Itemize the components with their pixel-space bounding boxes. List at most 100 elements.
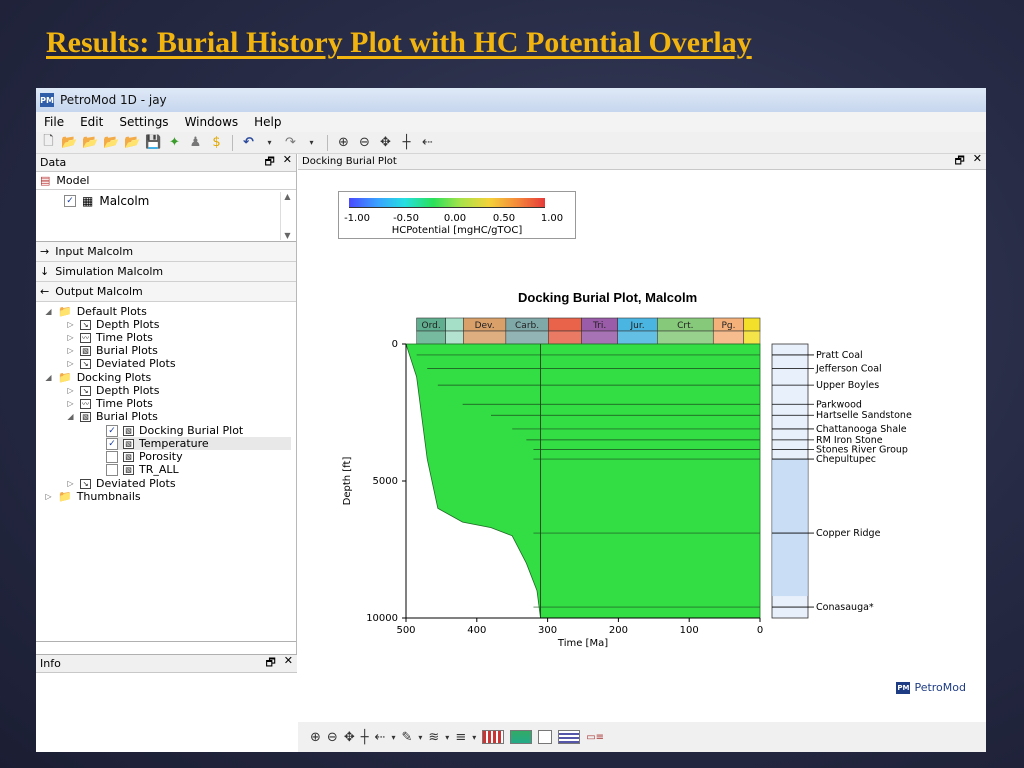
calibration-icon[interactable]: $ bbox=[208, 134, 225, 151]
simulation-row[interactable]: ↓ Simulation Malcolm bbox=[36, 262, 296, 282]
lithology-selector[interactable] bbox=[538, 730, 553, 744]
crosshair-icon[interactable]: ┼ bbox=[361, 730, 369, 745]
expanded-icon[interactable]: ◢ bbox=[44, 373, 53, 382]
save-icon[interactable]: 💾 bbox=[145, 134, 162, 151]
collapsed-icon[interactable]: ▷ bbox=[44, 492, 53, 501]
redo-icon[interactable]: ↷ bbox=[282, 134, 299, 151]
legend-axis bbox=[349, 207, 545, 212]
undo-icon[interactable]: ↶ bbox=[240, 134, 257, 151]
collapsed-icon[interactable]: ▷ bbox=[66, 479, 75, 488]
petromod-logo: PM PetroMod bbox=[896, 681, 966, 694]
chevron-down-icon[interactable]: ▾ bbox=[391, 733, 395, 742]
redo-dropdown-icon[interactable]: ▾ bbox=[303, 134, 320, 151]
input-row[interactable]: → Input Malcolm bbox=[36, 242, 296, 262]
tree-porosity[interactable]: ▧ Porosity bbox=[106, 450, 183, 463]
tree-depth-plots[interactable]: ▷ ↘ Depth Plots bbox=[66, 318, 159, 331]
pattern-selector[interactable] bbox=[482, 730, 505, 744]
open-1d-icon[interactable]: 📂 bbox=[61, 134, 78, 151]
checkbox-unchecked[interactable] bbox=[106, 463, 118, 476]
open-folder-icon[interactable]: 📂 bbox=[82, 134, 99, 151]
deviated-plot-icon: ↘ bbox=[80, 358, 91, 369]
layers-icon[interactable]: ≋ bbox=[428, 730, 439, 745]
collapsed-icon[interactable]: ▷ bbox=[66, 333, 75, 342]
scroll-up-icon[interactable]: ▲ bbox=[284, 192, 290, 201]
model-row[interactable]: ▤ Model bbox=[36, 172, 296, 190]
legend-tick: 1.00 bbox=[540, 213, 564, 224]
collapsed-icon[interactable]: ▷ bbox=[66, 386, 75, 395]
pan-icon[interactable]: ✥ bbox=[377, 134, 394, 151]
collapsed-icon[interactable]: ▷ bbox=[66, 320, 75, 329]
tree-docking-deviated-plots[interactable]: ▷ ↘ Deviated Plots bbox=[66, 477, 175, 490]
close-icon[interactable]: ✕ bbox=[973, 152, 982, 171]
tree-docking-depth-plots[interactable]: ▷ ↘ Depth Plots bbox=[66, 384, 159, 397]
tree-temperature[interactable]: ✓ ▧ Temperature bbox=[106, 437, 291, 450]
tree-deviated-plots[interactable]: ▷ ↘ Deviated Plots bbox=[66, 357, 175, 370]
menu-settings[interactable]: Settings bbox=[111, 115, 176, 129]
output-row[interactable]: ← Output Malcolm bbox=[36, 282, 296, 302]
fill-selector[interactable] bbox=[558, 730, 581, 744]
crosshair-icon[interactable]: ┼ bbox=[398, 134, 415, 151]
checkbox-checked[interactable]: ✓ bbox=[106, 424, 118, 437]
tree-label: Depth Plots bbox=[96, 384, 160, 397]
tree-docking-time-plots[interactable]: ▷ 〰 Time Plots bbox=[66, 397, 152, 410]
zoom-out-icon[interactable]: ⊖ bbox=[327, 730, 338, 745]
menu-help[interactable]: Help bbox=[246, 115, 289, 129]
period-label: Carb. bbox=[515, 321, 539, 331]
chevron-down-icon[interactable]: ▾ bbox=[418, 733, 422, 742]
tree-tr-all[interactable]: ▧ TR_ALL bbox=[106, 463, 179, 476]
run-icon[interactable]: ♟ bbox=[187, 134, 204, 151]
float-icon[interactable]: 🗗 bbox=[954, 152, 964, 171]
model-checkbox[interactable]: ✓ bbox=[64, 195, 76, 207]
tree-thumbnails[interactable]: ▷ 📁 Thumbnails bbox=[44, 490, 140, 503]
menu-windows[interactable]: Windows bbox=[177, 115, 247, 129]
checkbox-checked[interactable]: ✓ bbox=[106, 437, 118, 450]
tree-docking-burial-plots[interactable]: ◢ ▧ Burial Plots bbox=[66, 410, 157, 423]
zoom-out-icon[interactable]: ⊖ bbox=[356, 134, 373, 151]
expanded-icon[interactable]: ◢ bbox=[44, 307, 53, 316]
close-icon[interactable]: ✕ bbox=[283, 153, 292, 172]
collapsed-icon[interactable]: ▷ bbox=[66, 346, 75, 355]
zoom-in-icon[interactable]: ⊕ bbox=[335, 134, 352, 151]
measure-icon[interactable]: ✎ bbox=[401, 730, 412, 745]
chevron-down-icon[interactable]: ▾ bbox=[472, 733, 476, 742]
reset-view-icon[interactable]: ⇠ bbox=[419, 134, 436, 151]
legend-icon[interactable]: ▭≡ bbox=[586, 732, 604, 743]
tree-docking-burial-plot[interactable]: ✓ ▧ Docking Burial Plot bbox=[106, 424, 243, 437]
x-tick-label: 0 bbox=[757, 625, 763, 636]
lines-icon[interactable]: ≡ bbox=[455, 730, 466, 745]
tree-label: Burial Plots bbox=[96, 344, 158, 357]
scroll-down-icon[interactable]: ▼ bbox=[284, 231, 290, 240]
checkbox-unchecked[interactable] bbox=[106, 450, 118, 463]
zoom-in-icon[interactable]: ⊕ bbox=[310, 730, 321, 745]
menu-edit[interactable]: Edit bbox=[72, 115, 111, 129]
open-3d-icon[interactable]: 📂 bbox=[124, 134, 141, 151]
collapsed-icon[interactable]: ▷ bbox=[66, 399, 75, 408]
simulate-icon[interactable]: ✦ bbox=[166, 134, 183, 151]
float-icon[interactable]: 🗗 bbox=[264, 153, 274, 172]
collapsed-icon[interactable]: ▷ bbox=[66, 359, 75, 368]
expanded-icon[interactable]: ◢ bbox=[66, 412, 75, 421]
tree-default-plots[interactable]: ◢ 📁 Default Plots bbox=[44, 305, 146, 318]
formation-label: Copper Ridge bbox=[816, 528, 881, 539]
model-list-scrollbar[interactable]: ▲ ▼ bbox=[280, 192, 294, 240]
y-tick-label: 0 bbox=[392, 339, 398, 350]
menu-file[interactable]: File bbox=[36, 115, 72, 129]
reset-view-icon[interactable]: ⇠ bbox=[375, 730, 386, 745]
period-subband bbox=[712, 330, 745, 345]
pan-icon[interactable]: ✥ bbox=[344, 730, 355, 745]
burial-history-chart[interactable]: Ord. Dev. Carb. Tri. Jur. Crt. Pg. 500 400 300 200… bbox=[298, 304, 986, 654]
tree-docking-plots[interactable]: ◢ 📁 Docking Plots bbox=[44, 371, 151, 384]
model-item-malcolm[interactable]: ✓ ▦ Malcolm bbox=[64, 194, 149, 208]
open-2d-icon[interactable]: 📂 bbox=[103, 134, 120, 151]
formation-label: Upper Boyles bbox=[816, 380, 879, 391]
tree-burial-plots[interactable]: ▷ ▧ Burial Plots bbox=[66, 344, 158, 357]
chevron-down-icon[interactable]: ▾ bbox=[445, 733, 449, 742]
tree-time-plots[interactable]: ▷ 〰 Time Plots bbox=[66, 331, 152, 344]
new-document-icon[interactable]: 🗋 bbox=[40, 134, 57, 151]
close-icon[interactable]: ✕ bbox=[284, 654, 293, 673]
main-panel-header: Docking Burial Plot 🗗 ✕ bbox=[298, 152, 986, 171]
undo-dropdown-icon[interactable]: ▾ bbox=[261, 134, 278, 151]
deviated-plot-icon: ↘ bbox=[80, 478, 91, 489]
float-icon[interactable]: 🗗 bbox=[265, 654, 275, 673]
color-scale-selector[interactable] bbox=[510, 730, 533, 744]
